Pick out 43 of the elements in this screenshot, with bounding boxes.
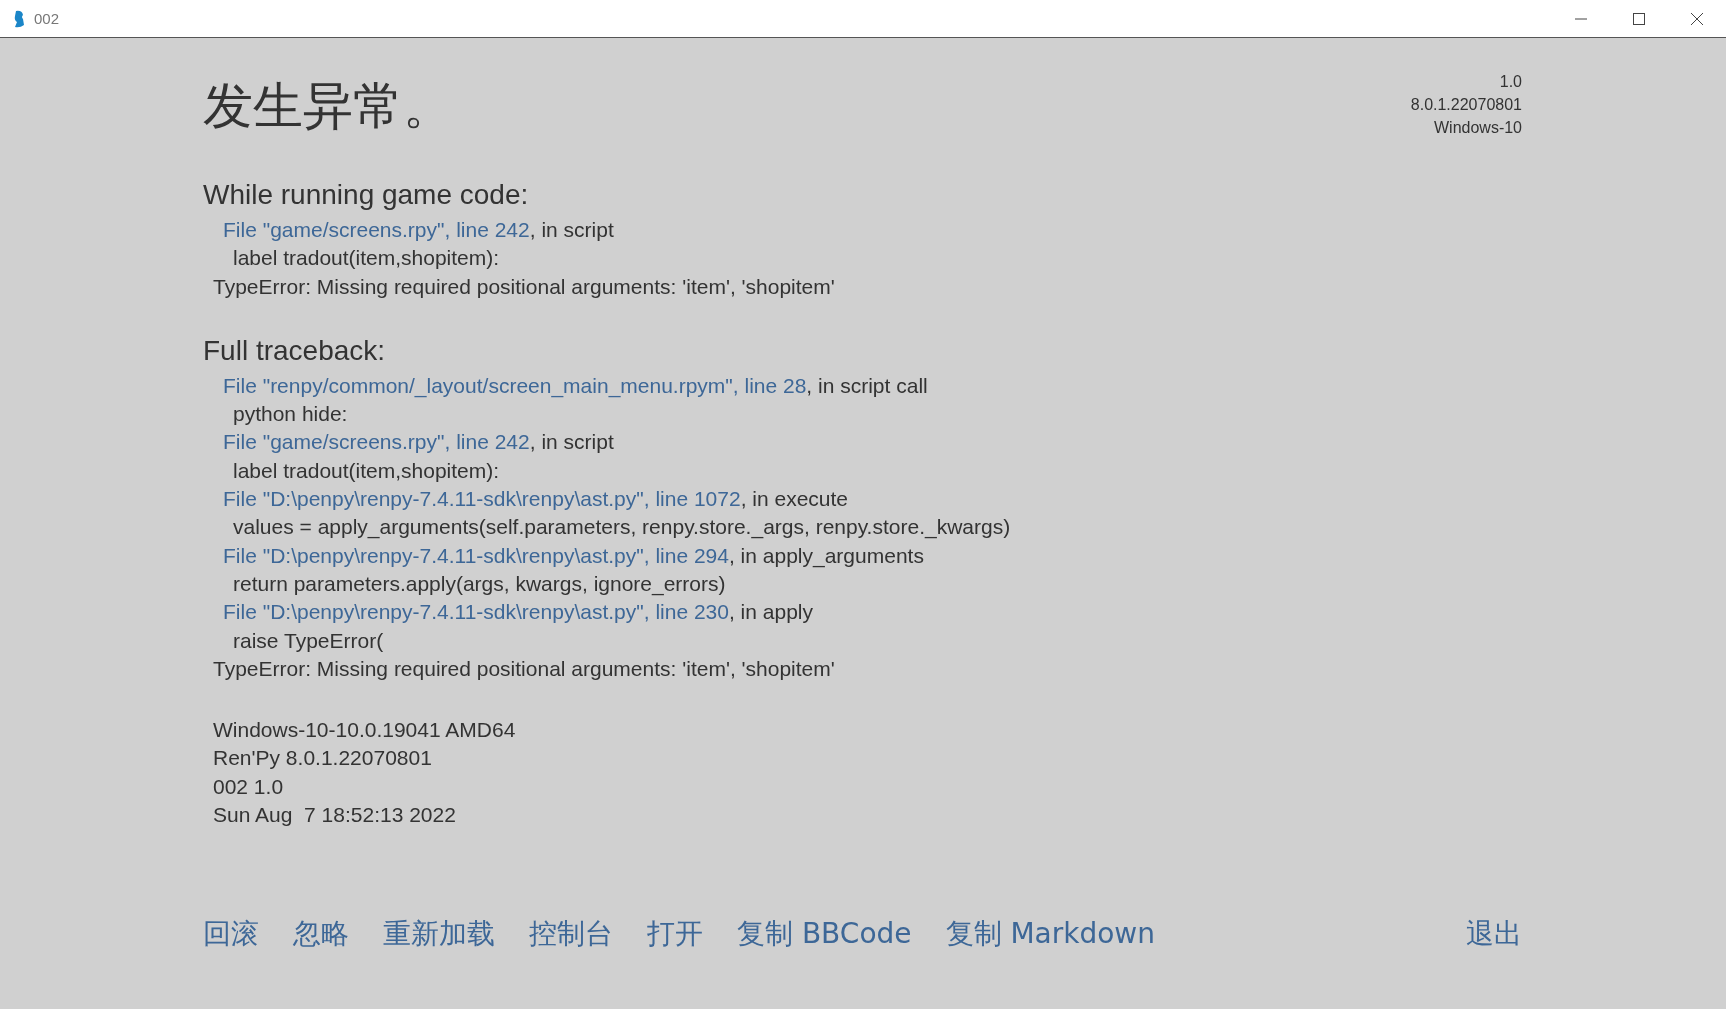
traceback-frame: File "D:\penpy\renpy-7.4.11-sdk\renpy\ast.py", line 294, in apply_arguments	[203, 541, 1726, 570]
traceback-frame: File "D:\penpy\renpy-7.4.11-sdk\renpy\ast.py", line 230, in apply	[203, 598, 1726, 627]
page-title: 发生异常。	[203, 76, 453, 136]
action-button[interactable]: 忽略	[293, 915, 349, 953]
window-title: 002	[34, 10, 60, 27]
system-info: 002 1.0	[213, 773, 285, 800]
error-message: TypeError: Missing required positional arguments: 'item', 'shopitem'	[212, 273, 836, 300]
code-line: label tradout(item,shopitem):	[232, 245, 501, 272]
action-button[interactable]: 复制 BBCode	[737, 915, 912, 953]
version-text: Windows-10	[1432, 118, 1522, 138]
action-button[interactable]: 复制 Markdown	[945, 915, 1155, 953]
action-button[interactable]: 重新加载	[383, 915, 495, 953]
system-info: Ren'Py 8.0.1.22070801	[213, 745, 433, 772]
version-text: 8.0.1.22070801	[1410, 95, 1522, 115]
action-button[interactable]: 打开	[647, 915, 703, 953]
file-link[interactable]: File "D:\penpy\renpy-7.4.11-sdk\renpy\ast.py", line 230	[223, 600, 729, 624]
code-line: python hide:	[232, 401, 349, 428]
file-link[interactable]: File "game/screens.rpy", line 242	[223, 218, 530, 241]
system-info: Windows-10-10.0.19041 AMD64	[213, 717, 517, 744]
action-button[interactable]: 控制台	[529, 915, 613, 953]
section-heading: Full traceback:	[203, 333, 387, 368]
traceback-frame: File "game/screens.rpy", line 242, in script	[203, 428, 1726, 457]
traceback-frame: File "renpy/common/_layout/screen_main_menu.rpym", line 28, in script call	[203, 371, 1726, 401]
file-link[interactable]: File "game/screens.rpy", line 242	[223, 430, 530, 454]
code-line: values = apply_arguments(self.parameters, renpy.store._args, renpy.store._kwargs)	[232, 514, 1012, 541]
action-button[interactable]: 回滚	[203, 915, 259, 953]
minimize-icon	[1575, 17, 1587, 20]
section-heading: While running game code:	[203, 178, 530, 212]
version-text: 1.0	[1498, 72, 1522, 92]
code-line: raise TypeError(	[232, 627, 385, 654]
file-link[interactable]: File "D:\penpy\renpy-7.4.11-sdk\renpy\ast.py", line 294	[223, 543, 729, 567]
code-line: label tradout(item,shopitem):	[232, 457, 501, 484]
traceback-frame: File "D:\penpy\renpy-7.4.11-sdk\renpy\ast.py", line 1072, in execute	[203, 485, 1726, 514]
quit-button[interactable]: 退出	[1466, 915, 1522, 953]
system-info: Sun Aug 7 18:52:13 2022	[213, 802, 457, 829]
code-line: return parameters.apply(args, kwargs, ignore_errors)	[232, 570, 727, 598]
file-link[interactable]: File "D:\penpy\renpy-7.4.11-sdk\renpy\ast.py", line 1072	[223, 487, 741, 511]
app-icon	[12, 9, 26, 28]
file-link[interactable]: File "renpy/common/_layout/screen_main_menu.rpym", line 28	[223, 373, 807, 397]
close-icon	[1691, 12, 1703, 25]
error-message: TypeError: Missing required positional arguments: 'item', 'shopitem'	[212, 655, 836, 682]
maximize-icon	[1633, 12, 1645, 25]
traceback-frame: File "game/screens.rpy", line 242, in script	[203, 216, 1726, 245]
